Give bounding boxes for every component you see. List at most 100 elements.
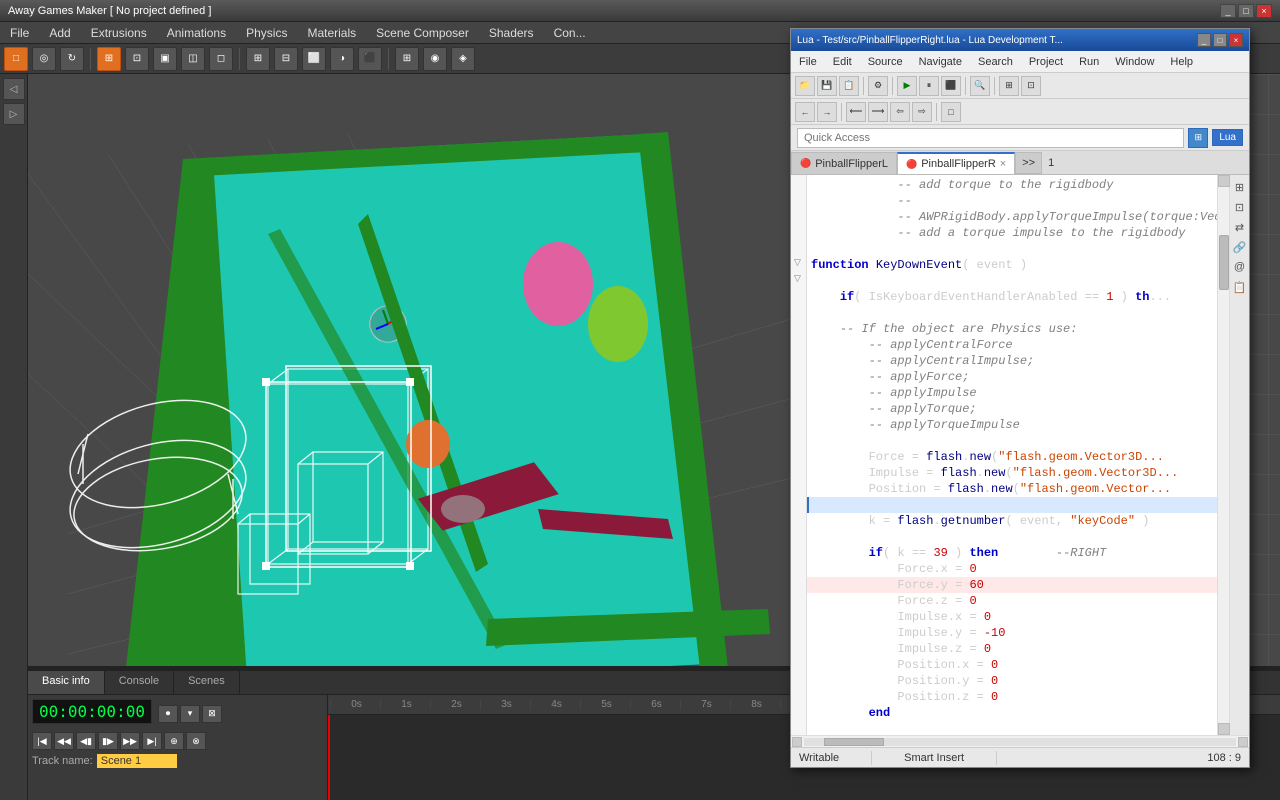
lua-tb-pause[interactable]: ⏸ [919, 76, 939, 96]
record-button[interactable]: ⏺ [158, 705, 178, 723]
lua-tb-stop[interactable]: ⬛ [941, 76, 961, 96]
maximize-button[interactable]: □ [1238, 4, 1254, 18]
lua-close-button[interactable]: × [1229, 33, 1243, 47]
menu-file[interactable]: File [0, 24, 39, 42]
lua-tab-pinball-flipper-l[interactable]: 🔴 PinballFlipperL [791, 152, 897, 174]
toolbar-btn-6[interactable]: ▣ [153, 47, 177, 71]
toolbar-btn-15[interactable]: ◉ [423, 47, 447, 71]
add-keyframe-button[interactable]: ⊕ [164, 732, 184, 750]
menu-animations[interactable]: Animations [157, 24, 236, 42]
menu-con[interactable]: Con... [544, 24, 596, 42]
toolbar-btn-8[interactable]: ◻ [209, 47, 233, 71]
menu-shaders[interactable]: Shaders [479, 24, 544, 42]
lua-tb-search[interactable]: 🔍 [970, 76, 990, 96]
lua-hscroll-left[interactable]: ◀ [792, 737, 802, 747]
toggle-button[interactable]: ⊠ [202, 705, 222, 723]
lua-side-icon-3[interactable]: ⇄ [1232, 219, 1248, 235]
lua-tb-forward2[interactable]: ⇨ [912, 102, 932, 122]
lua-vertical-scrollbar[interactable]: ▲ ▼ [1217, 175, 1229, 735]
lua-maximize-button[interactable]: □ [1213, 33, 1227, 47]
lua-code-editor[interactable]: -- add torque to the rigidbody -- -- AWP… [807, 175, 1217, 735]
lua-tb-forward[interactable]: ⟶ [868, 102, 888, 122]
lua-tb-extra2[interactable]: ⊡ [1021, 76, 1041, 96]
lua-tb-copy[interactable]: 📋 [839, 76, 859, 96]
toolbar-btn-4[interactable]: ⊞ [97, 47, 121, 71]
toolbar-btn-16[interactable]: ◈ [451, 47, 475, 71]
menu-extrusions[interactable]: Extrusions [81, 24, 157, 42]
lua-minimize-button[interactable]: _ [1197, 33, 1211, 47]
lua-menu-window[interactable]: Window [1107, 54, 1162, 70]
lua-tb-nav-next[interactable]: → [817, 102, 837, 122]
sidebar-btn-1[interactable]: ◁ [3, 78, 25, 100]
lua-horizontal-scrollbar[interactable]: ◀ ▶ [791, 735, 1249, 747]
lua-tab-pinball-flipper-r[interactable]: 🔴 PinballFlipperR × [897, 152, 1015, 174]
toolbar-btn-1[interactable]: □ [4, 47, 28, 71]
lua-menu-source[interactable]: Source [860, 54, 911, 70]
toolbar-btn-10[interactable]: ⊟ [274, 47, 298, 71]
lua-scrollbar-down[interactable]: ▼ [1218, 723, 1230, 735]
menu-physics[interactable]: Physics [236, 24, 297, 42]
toolbar-btn-2[interactable]: ◎ [32, 47, 56, 71]
toolbar-btn-3[interactable]: ↻ [60, 47, 84, 71]
lua-tb-settings[interactable]: ⚙ [868, 76, 888, 96]
lua-scrollbar-up[interactable]: ▲ [1218, 175, 1230, 187]
toolbar-btn-7[interactable]: ◫ [181, 47, 205, 71]
lua-tb-nav-prev[interactable]: ← [795, 102, 815, 122]
tab-scenes[interactable]: Scenes [174, 671, 240, 694]
tab-console[interactable]: Console [105, 671, 174, 694]
play-forward-button[interactable]: ▮▶ [98, 732, 118, 750]
lua-hscroll-track[interactable] [804, 738, 1236, 746]
lua-tb-save[interactable]: 💾 [817, 76, 837, 96]
lua-tab-overflow[interactable]: >> [1015, 152, 1042, 174]
remove-keyframe-button[interactable]: ⊗ [186, 732, 206, 750]
toolbar-separator-2 [239, 48, 240, 70]
lua-tb-run[interactable]: ▶ [897, 76, 917, 96]
tab-basic-info[interactable]: Basic info [28, 671, 105, 694]
track-name-input[interactable] [97, 754, 177, 768]
lua-side-icon-6[interactable]: 📋 [1232, 279, 1248, 295]
toolbar-btn-12[interactable]: ◑ [330, 47, 354, 71]
menu-scene-composer[interactable]: Scene Composer [366, 24, 479, 42]
lua-menu-help[interactable]: Help [1162, 54, 1201, 70]
toolbar-btn-14[interactable]: ⊞ [395, 47, 419, 71]
playhead[interactable] [328, 715, 330, 800]
lua-menu-edit[interactable]: Edit [825, 54, 860, 70]
toolbar-btn-5[interactable]: ⊡ [125, 47, 149, 71]
lua-tb2-sep-1 [841, 103, 842, 121]
lua-scrollbar-thumb[interactable] [1219, 235, 1229, 290]
lua-side-icon-4[interactable]: 🔗 [1232, 239, 1248, 255]
lua-menu-navigate[interactable]: Navigate [911, 54, 970, 70]
lua-tb-open[interactable]: 📁 [795, 76, 815, 96]
lua-side-icon-2[interactable]: ⊡ [1232, 199, 1248, 215]
sidebar-btn-2[interactable]: ▷ [3, 103, 25, 125]
lua-tb-view[interactable]: □ [941, 102, 961, 122]
quick-access-input[interactable] [797, 128, 1184, 148]
lua-side-icon-5[interactable]: @ [1232, 259, 1248, 275]
options-button[interactable]: ▾ [180, 705, 200, 723]
lua-side-icon-1[interactable]: ⊞ [1232, 179, 1248, 195]
lua-menu-search[interactable]: Search [970, 54, 1021, 70]
toolbar-btn-9[interactable]: ⊞ [246, 47, 270, 71]
minimize-button[interactable]: _ [1220, 4, 1236, 18]
menu-materials[interactable]: Materials [297, 24, 366, 42]
toolbar-btn-11[interactable]: ⬜ [302, 47, 326, 71]
quick-access-icon-btn[interactable]: ⊞ [1188, 128, 1208, 148]
go-end-button[interactable]: ▶| [142, 732, 162, 750]
lua-tab-close-r[interactable]: × [1000, 158, 1006, 170]
lua-tb-back2[interactable]: ⇦ [890, 102, 910, 122]
code-line-cursor[interactable] [807, 497, 1217, 513]
toolbar-btn-13[interactable]: ⬛ [358, 47, 382, 71]
lua-menu-file[interactable]: File [791, 54, 825, 70]
lua-menu-project[interactable]: Project [1021, 54, 1071, 70]
lua-tb-back[interactable]: ⟵ [846, 102, 866, 122]
menu-add[interactable]: Add [39, 24, 80, 42]
prev-frame-button[interactable]: ◀◀ [54, 732, 74, 750]
lua-hscroll-thumb[interactable] [824, 738, 884, 746]
lua-menu-run[interactable]: Run [1071, 54, 1107, 70]
lua-hscroll-right[interactable]: ▶ [1238, 737, 1248, 747]
next-frame-button[interactable]: ▶▶ [120, 732, 140, 750]
lua-tb-extra1[interactable]: ⊞ [999, 76, 1019, 96]
close-button[interactable]: × [1256, 4, 1272, 18]
go-start-button[interactable]: |◀ [32, 732, 52, 750]
play-back-button[interactable]: ◀▮ [76, 732, 96, 750]
